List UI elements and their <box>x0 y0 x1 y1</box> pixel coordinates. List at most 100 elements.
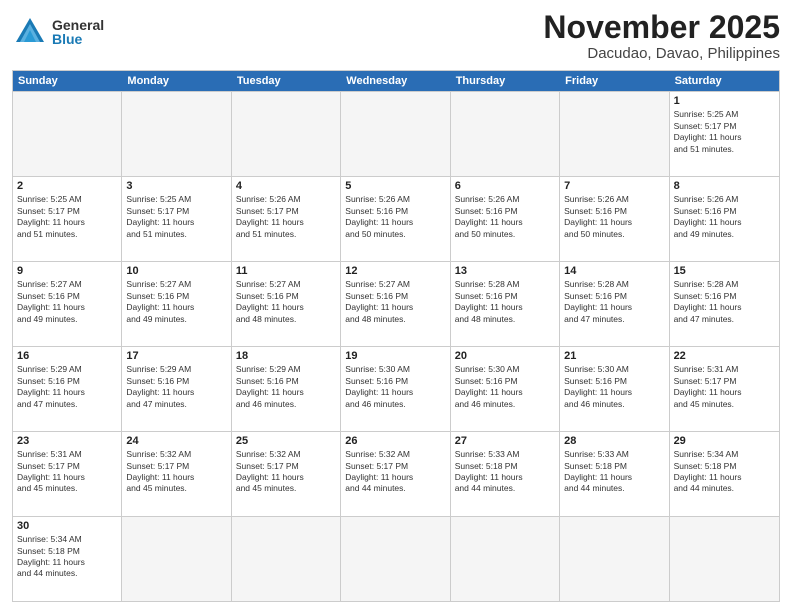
day-number: 26 <box>345 435 445 447</box>
calendar-cell: 25 Sunrise: 5:32 AM Sunset: 5:17 PM Dayli… <box>232 432 341 516</box>
calendar-cell: 20 Sunrise: 5:30 AM Sunset: 5:16 PM Dayli… <box>451 347 560 431</box>
calendar-cell: 29 Sunrise: 5:34 AM Sunset: 5:18 PM Dayli… <box>670 432 779 516</box>
calendar-cell: 4 Sunrise: 5:26 AM Sunset: 5:17 PM Daylig… <box>232 177 341 261</box>
day-number: 20 <box>455 350 555 362</box>
day-number: 11 <box>236 265 336 277</box>
logo-icon <box>12 14 48 50</box>
day-number: 13 <box>455 265 555 277</box>
day-info: Sunrise: 5:27 AM Sunset: 5:16 PM Dayligh… <box>126 279 226 325</box>
day-number: 29 <box>674 435 775 447</box>
day-info: Sunrise: 5:26 AM Sunset: 5:16 PM Dayligh… <box>345 194 445 240</box>
day-info: Sunrise: 5:26 AM Sunset: 5:16 PM Dayligh… <box>455 194 555 240</box>
calendar-cell: 10 Sunrise: 5:27 AM Sunset: 5:16 PM Dayli… <box>122 262 231 346</box>
day-info: Sunrise: 5:28 AM Sunset: 5:16 PM Dayligh… <box>564 279 664 325</box>
day-number: 1 <box>674 95 775 107</box>
calendar-cell <box>122 517 231 601</box>
calendar-cell: 3 Sunrise: 5:25 AM Sunset: 5:17 PM Daylig… <box>122 177 231 261</box>
day-number: 28 <box>564 435 664 447</box>
day-info: Sunrise: 5:28 AM Sunset: 5:16 PM Dayligh… <box>455 279 555 325</box>
day-info: Sunrise: 5:29 AM Sunset: 5:16 PM Dayligh… <box>17 364 117 410</box>
calendar-row: 23 Sunrise: 5:31 AM Sunset: 5:17 PM Dayli… <box>13 431 779 516</box>
calendar-cell: 6 Sunrise: 5:26 AM Sunset: 5:16 PM Daylig… <box>451 177 560 261</box>
calendar-cell <box>13 92 122 176</box>
day-info: Sunrise: 5:26 AM Sunset: 5:17 PM Dayligh… <box>236 194 336 240</box>
day-number: 18 <box>236 350 336 362</box>
day-info: Sunrise: 5:26 AM Sunset: 5:16 PM Dayligh… <box>564 194 664 240</box>
day-info: Sunrise: 5:25 AM Sunset: 5:17 PM Dayligh… <box>126 194 226 240</box>
day-number: 8 <box>674 180 775 192</box>
day-info: Sunrise: 5:32 AM Sunset: 5:17 PM Dayligh… <box>236 449 336 495</box>
calendar-cell: 18 Sunrise: 5:29 AM Sunset: 5:16 PM Dayli… <box>232 347 341 431</box>
day-info: Sunrise: 5:30 AM Sunset: 5:16 PM Dayligh… <box>455 364 555 410</box>
day-number: 21 <box>564 350 664 362</box>
logo-text: General Blue <box>52 18 104 46</box>
calendar-cell: 11 Sunrise: 5:27 AM Sunset: 5:16 PM Dayli… <box>232 262 341 346</box>
day-info: Sunrise: 5:27 AM Sunset: 5:16 PM Dayligh… <box>17 279 117 325</box>
day-number: 24 <box>126 435 226 447</box>
calendar-row: 2Sunrise: 5:25 AM Sunset: 5:17 PM Daylig… <box>13 176 779 261</box>
month-title: November 2025 <box>543 10 780 45</box>
day-info: Sunrise: 5:27 AM Sunset: 5:16 PM Dayligh… <box>236 279 336 325</box>
day-info: Sunrise: 5:29 AM Sunset: 5:16 PM Dayligh… <box>236 364 336 410</box>
calendar-cell <box>451 92 560 176</box>
calendar-cell <box>560 517 669 601</box>
day-number: 22 <box>674 350 775 362</box>
calendar-cell: 14 Sunrise: 5:28 AM Sunset: 5:16 PM Dayli… <box>560 262 669 346</box>
calendar-cell: 7 Sunrise: 5:26 AM Sunset: 5:16 PM Daylig… <box>560 177 669 261</box>
logo-blue: Blue <box>52 32 104 46</box>
day-number: 19 <box>345 350 445 362</box>
calendar-cell: 30 Sunrise: 5:34 AM Sunset: 5:18 PM Dayli… <box>13 517 122 601</box>
calendar-cell <box>341 92 450 176</box>
calendar-cell: 9Sunrise: 5:27 AM Sunset: 5:16 PM Daylig… <box>13 262 122 346</box>
weekday-header: Saturday <box>670 71 779 91</box>
day-number: 4 <box>236 180 336 192</box>
weekday-header: Tuesday <box>232 71 341 91</box>
calendar-cell <box>232 92 341 176</box>
day-number: 23 <box>17 435 117 447</box>
day-info: Sunrise: 5:30 AM Sunset: 5:16 PM Dayligh… <box>564 364 664 410</box>
day-number: 3 <box>126 180 226 192</box>
weekday-header: Thursday <box>451 71 560 91</box>
calendar-cell: 21 Sunrise: 5:30 AM Sunset: 5:16 PM Dayli… <box>560 347 669 431</box>
day-number: 14 <box>564 265 664 277</box>
calendar-cell: 28 Sunrise: 5:33 AM Sunset: 5:18 PM Dayli… <box>560 432 669 516</box>
day-number: 15 <box>674 265 775 277</box>
page: General Blue November 2025 Dacudao, Dava… <box>0 0 792 612</box>
day-info: Sunrise: 5:33 AM Sunset: 5:18 PM Dayligh… <box>564 449 664 495</box>
day-number: 6 <box>455 180 555 192</box>
day-number: 25 <box>236 435 336 447</box>
day-info: Sunrise: 5:34 AM Sunset: 5:18 PM Dayligh… <box>674 449 775 495</box>
day-number: 5 <box>345 180 445 192</box>
day-info: Sunrise: 5:33 AM Sunset: 5:18 PM Dayligh… <box>455 449 555 495</box>
calendar-cell <box>122 92 231 176</box>
calendar-cell <box>670 517 779 601</box>
weekday-header: Sunday <box>13 71 122 91</box>
calendar-cell <box>232 517 341 601</box>
day-info: Sunrise: 5:32 AM Sunset: 5:17 PM Dayligh… <box>126 449 226 495</box>
day-number: 7 <box>564 180 664 192</box>
calendar-cell: 8 Sunrise: 5:26 AM Sunset: 5:16 PM Daylig… <box>670 177 779 261</box>
day-info: Sunrise: 5:31 AM Sunset: 5:17 PM Dayligh… <box>17 449 117 495</box>
calendar-cell: 19Sunrise: 5:30 AM Sunset: 5:16 PM Dayli… <box>341 347 450 431</box>
weekday-header: Monday <box>122 71 231 91</box>
header: General Blue November 2025 Dacudao, Dava… <box>12 10 780 62</box>
calendar-cell: 24 Sunrise: 5:32 AM Sunset: 5:17 PM Dayli… <box>122 432 231 516</box>
day-number: 10 <box>126 265 226 277</box>
day-number: 17 <box>126 350 226 362</box>
calendar-cell <box>341 517 450 601</box>
day-number: 27 <box>455 435 555 447</box>
day-number: 16 <box>17 350 117 362</box>
calendar-header: SundayMondayTuesdayWednesdayThursdayFrid… <box>13 71 779 91</box>
calendar-cell: 26Sunrise: 5:32 AM Sunset: 5:17 PM Dayli… <box>341 432 450 516</box>
calendar-cell: 15 Sunrise: 5:28 AM Sunset: 5:16 PM Dayli… <box>670 262 779 346</box>
day-info: Sunrise: 5:25 AM Sunset: 5:17 PM Dayligh… <box>674 109 775 155</box>
calendar-cell <box>560 92 669 176</box>
day-info: Sunrise: 5:34 AM Sunset: 5:18 PM Dayligh… <box>17 534 117 580</box>
day-info: Sunrise: 5:26 AM Sunset: 5:16 PM Dayligh… <box>674 194 775 240</box>
calendar-cell: 16 Sunrise: 5:29 AM Sunset: 5:16 PM Dayli… <box>13 347 122 431</box>
day-number: 30 <box>17 520 117 532</box>
day-info: Sunrise: 5:28 AM Sunset: 5:16 PM Dayligh… <box>674 279 775 325</box>
calendar-row: 9Sunrise: 5:27 AM Sunset: 5:16 PM Daylig… <box>13 261 779 346</box>
calendar-cell: 2Sunrise: 5:25 AM Sunset: 5:17 PM Daylig… <box>13 177 122 261</box>
calendar-row: 30 Sunrise: 5:34 AM Sunset: 5:18 PM Dayli… <box>13 516 779 601</box>
